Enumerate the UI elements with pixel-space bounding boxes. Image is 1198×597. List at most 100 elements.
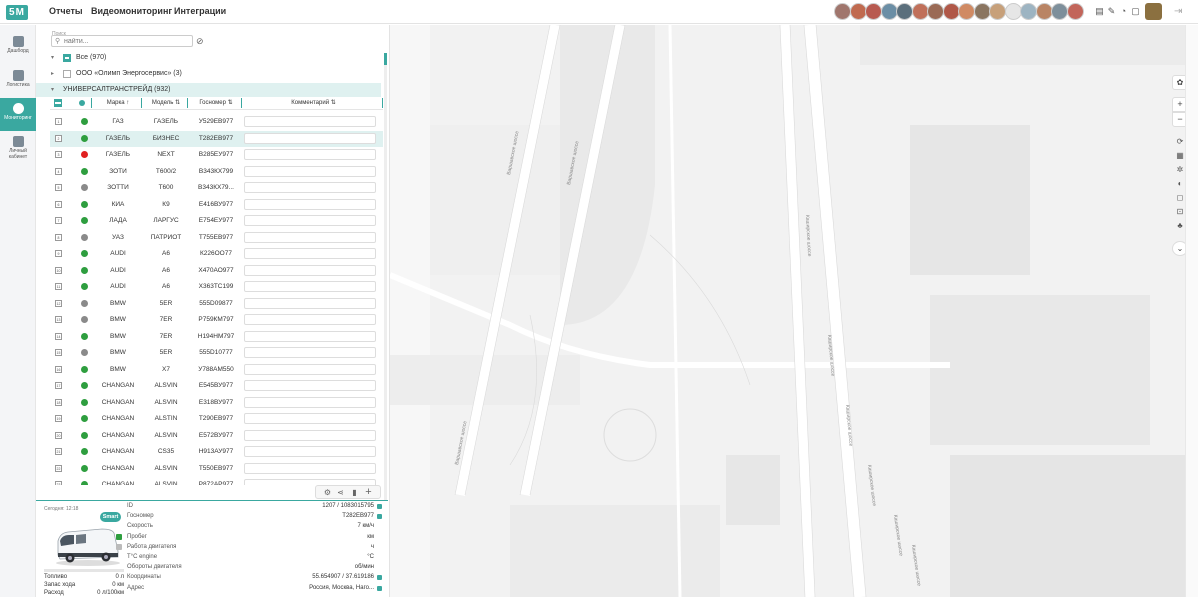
copy-icon[interactable] — [377, 514, 382, 520]
comment-input[interactable] — [244, 132, 376, 144]
row-number[interactable]: 4 — [55, 167, 62, 175]
user-avatar[interactable] — [1020, 3, 1037, 20]
row-number[interactable]: 1 — [55, 118, 62, 125]
user-avatar[interactable] — [880, 3, 898, 20]
settings-map-icon[interactable]: ✲ — [1175, 165, 1185, 175]
comment-input[interactable] — [244, 363, 376, 375]
comment-input[interactable] — [244, 314, 376, 325]
current-user-avatar[interactable] — [1145, 3, 1162, 20]
group-universaltranstreid[interactable]: ▾ УНИВЕРСАЛТРАНСТРЕЙД (932) — [36, 83, 381, 97]
user-avatar[interactable] — [927, 3, 944, 20]
comment-input[interactable] — [244, 215, 376, 226]
row-number[interactable]: 8 — [55, 233, 62, 241]
comment-input[interactable] — [244, 413, 376, 424]
bell-icon[interactable]: ◔ — [1119, 6, 1128, 16]
comment-input[interactable] — [244, 281, 376, 292]
model-column-header[interactable]: Модель ⇅ — [144, 96, 188, 110]
comment-input[interactable] — [244, 182, 376, 193]
select-all-checkbox[interactable] — [54, 99, 62, 107]
table-row[interactable]: 15 BMW 5ER 555D10777 — [50, 345, 383, 361]
table-row[interactable]: 20 CHANGAN ALSVIN Е572ВУ977 — [50, 428, 383, 444]
sidebar-item-dashboard[interactable]: Дашборд — [0, 31, 36, 64]
nav-tab-video-monitoring[interactable]: Видеомониторинг — [91, 6, 172, 16]
table-row[interactable]: 23 CHANGAN ALSVIN Р872АР977 — [50, 477, 383, 485]
collapse-caret-icon[interactable]: ▾ — [51, 51, 54, 65]
row-number[interactable]: 21 — [55, 448, 62, 455]
add-icon[interactable]: + — [363, 487, 374, 498]
comment-input[interactable] — [244, 380, 376, 391]
logout-icon[interactable]: ⇥ — [1174, 6, 1182, 17]
table-row[interactable]: 10 AUDI A6 Х470АО977 — [50, 263, 383, 279]
row-number[interactable]: 12 — [55, 299, 62, 307]
table-row[interactable]: 21 CHANGAN CS35 Н913АУ977 — [50, 444, 383, 460]
row-number[interactable]: 22 — [55, 464, 62, 472]
edit-icon[interactable]: ✎ — [1107, 6, 1116, 16]
table-row[interactable]: 2 ГАЗЕЛЬ БИЗНЕС Т282ЕВ977 — [50, 130, 383, 147]
table-row[interactable]: 5 ЗОТТИ Т600 В343КХ79... — [50, 180, 383, 196]
area-icon[interactable]: ◻ — [1175, 193, 1185, 203]
table-row[interactable]: 3 ГАЗЕЛЬ NEXT В285ЕУ977 — [50, 147, 383, 163]
table-row[interactable]: 19 CHANGAN ALSTIN Т290ЕВ977 — [50, 411, 383, 427]
user-avatar[interactable] — [973, 3, 991, 20]
row-number[interactable]: 6 — [55, 200, 62, 208]
row-number[interactable]: 3 — [55, 151, 62, 158]
table-row[interactable]: 22 CHANGAN ALSVIN Т550ЕВ977 — [50, 461, 383, 477]
comment-input[interactable] — [244, 231, 376, 243]
plate-column-header[interactable]: Госномер ⇅ — [190, 96, 242, 110]
row-number[interactable]: 16 — [55, 365, 62, 373]
comment-input[interactable] — [244, 165, 376, 177]
comment-input[interactable] — [244, 396, 376, 408]
copy-icon[interactable] — [377, 575, 382, 581]
user-avatar[interactable] — [1066, 3, 1084, 20]
panel-scrollbar-thumb[interactable] — [384, 53, 387, 65]
table-row[interactable]: 9 AUDI A6 К226ОО77 — [50, 246, 383, 262]
comment-input[interactable] — [244, 446, 376, 457]
table-row[interactable]: 13 BMW 7ER Р759КМ797 — [50, 312, 383, 328]
row-number[interactable]: 2 — [55, 134, 62, 142]
row-number[interactable]: 17 — [55, 382, 62, 389]
app-logo[interactable]: 5M — [6, 5, 28, 20]
comment-input[interactable] — [244, 116, 376, 127]
row-number[interactable]: 19 — [55, 415, 62, 422]
comment-input[interactable] — [244, 462, 376, 474]
copy-icon[interactable] — [377, 585, 382, 591]
comment-input[interactable] — [244, 248, 376, 259]
table-row[interactable]: 6 КИА К9 Е416ВУ977 — [50, 197, 383, 213]
row-number[interactable]: 13 — [55, 316, 62, 323]
user-avatar[interactable] — [1004, 3, 1022, 20]
settings-icon[interactable]: ⚙ — [322, 487, 333, 498]
table-row[interactable]: 14 BMW 7ER Н194НМ797 — [50, 329, 383, 345]
table-row[interactable]: 8 УАЗ ПАТРИОТ Т755ЕВ977 — [50, 230, 383, 246]
make-column-header[interactable]: Марка ↑ — [94, 96, 142, 110]
user-avatar[interactable] — [865, 3, 882, 20]
comment-column-header[interactable]: Комментарий ⇅ — [244, 96, 383, 110]
user-avatar[interactable] — [1051, 3, 1068, 20]
user-avatar[interactable] — [958, 3, 975, 20]
row-number[interactable]: 14 — [55, 332, 62, 340]
group-checkbox[interactable] — [63, 70, 71, 78]
table-row[interactable]: 11 AUDI A6 Х363ТС199 — [50, 279, 383, 295]
group-olimp[interactable]: ▸ ООО «Олимп Энергосервис» (3) — [36, 67, 381, 81]
trash-icon[interactable]: ▮ — [349, 487, 360, 498]
chat-icon[interactable]: ▢ — [1131, 6, 1140, 16]
map-scrollbar[interactable] — [1185, 25, 1198, 597]
group-checkbox[interactable] — [63, 54, 71, 62]
map-canvas[interactable]: Варшавское шоссе Варшавское шоссе Варшав… — [390, 25, 1198, 597]
map-view[interactable]: Варшавское шоссе Варшавское шоссе Варшав… — [389, 25, 1198, 597]
sidebar-item-monitoring[interactable]: Мониторинг — [0, 98, 36, 131]
table-row[interactable]: 7 ЛАДА ЛАРГУС Е754ЕУ977 — [50, 213, 383, 229]
search-input[interactable] — [64, 37, 190, 46]
people-icon[interactable]: ♣ — [1175, 221, 1185, 231]
row-number[interactable]: 20 — [55, 431, 62, 439]
comment-input[interactable] — [244, 264, 376, 276]
user-avatar[interactable] — [911, 3, 929, 20]
table-row[interactable]: 17 CHANGAN ALSVIN Е545ВУ977 — [50, 378, 383, 394]
table-row[interactable]: 16 BMW X7 У788АМ550 — [50, 362, 383, 378]
table-row[interactable]: 4 ЗОТИ Т600/2 В343КХ799 — [50, 164, 383, 180]
row-number[interactable]: 11 — [55, 283, 62, 290]
nav-tab-integrations[interactable]: Интеграции — [174, 6, 226, 16]
row-number[interactable]: 18 — [55, 398, 62, 406]
grid-icon[interactable]: ▦ — [1175, 151, 1185, 161]
expand-caret-icon[interactable]: ▸ — [51, 67, 54, 81]
row-number[interactable]: 5 — [55, 184, 62, 191]
